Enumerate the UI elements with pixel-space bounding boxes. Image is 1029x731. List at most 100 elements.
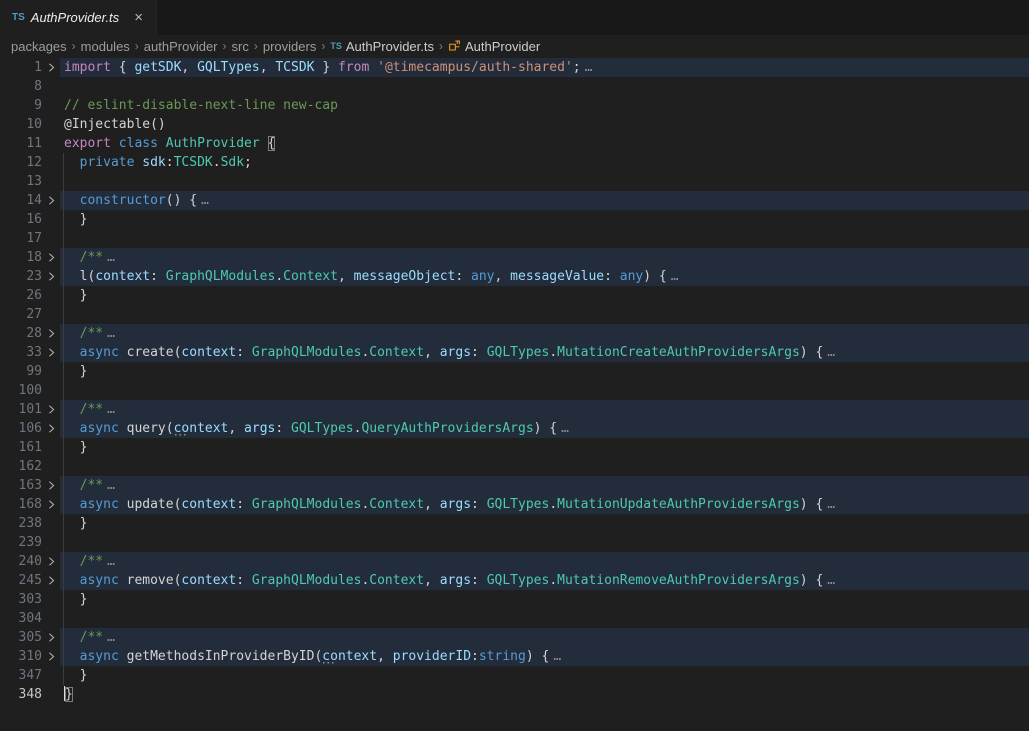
fold-chevron-icon[interactable] bbox=[42, 324, 60, 343]
close-icon[interactable]: × bbox=[131, 10, 146, 25]
folded-code-ellipsis[interactable]: … bbox=[107, 554, 116, 569]
code-line-8[interactable]: 8 bbox=[0, 77, 1029, 96]
code-content[interactable]: /**… bbox=[60, 248, 1029, 267]
code-content[interactable]: private sdk:TCSDK.Sdk; bbox=[60, 153, 1029, 172]
code-line-28[interactable]: 28 /**… bbox=[0, 324, 1029, 343]
breadcrumb-item-symbol[interactable]: AuthProvider bbox=[465, 39, 540, 54]
fold-chevron-icon[interactable] bbox=[42, 343, 60, 362]
fold-chevron-icon[interactable] bbox=[42, 248, 60, 267]
folded-code-ellipsis[interactable]: … bbox=[671, 269, 680, 284]
code-line-161[interactable]: 161 } bbox=[0, 438, 1029, 457]
code-content[interactable] bbox=[60, 533, 1029, 552]
folded-code-ellipsis[interactable]: … bbox=[585, 60, 594, 75]
fold-chevron-icon[interactable] bbox=[42, 400, 60, 419]
folded-code-ellipsis[interactable]: … bbox=[107, 402, 116, 417]
code-content[interactable]: /**… bbox=[60, 324, 1029, 343]
breadcrumb-item-packages[interactable]: packages bbox=[11, 39, 67, 54]
code-line-10[interactable]: 10@Injectable() bbox=[0, 115, 1029, 134]
code-content[interactable]: /**… bbox=[60, 476, 1029, 495]
breadcrumb-item-providers[interactable]: providers bbox=[263, 39, 316, 54]
code-line-1[interactable]: 1import { getSDK, GQLTypes, TCSDK } from… bbox=[0, 58, 1029, 77]
code-line-303[interactable]: 303 } bbox=[0, 590, 1029, 609]
folded-code-ellipsis[interactable]: … bbox=[107, 478, 116, 493]
code-line-26[interactable]: 26 } bbox=[0, 286, 1029, 305]
code-line-168[interactable]: 168 async update(context: GraphQLModules… bbox=[0, 495, 1029, 514]
code-line-347[interactable]: 347 } bbox=[0, 666, 1029, 685]
code-line-239[interactable]: 239 bbox=[0, 533, 1029, 552]
code-line-100[interactable]: 100 bbox=[0, 381, 1029, 400]
folded-code-ellipsis[interactable]: … bbox=[107, 250, 116, 265]
code-line-12[interactable]: 12 private sdk:TCSDK.Sdk; bbox=[0, 153, 1029, 172]
code-content[interactable]: /**… bbox=[60, 400, 1029, 419]
code-line-27[interactable]: 27 bbox=[0, 305, 1029, 324]
code-line-33[interactable]: 33 async create(context: GraphQLModules.… bbox=[0, 343, 1029, 362]
code-content[interactable] bbox=[60, 381, 1029, 400]
code-line-99[interactable]: 99 } bbox=[0, 362, 1029, 381]
code-line-305[interactable]: 305 /**… bbox=[0, 628, 1029, 647]
code-line-163[interactable]: 163 /**… bbox=[0, 476, 1029, 495]
code-line-304[interactable]: 304 bbox=[0, 609, 1029, 628]
code-content[interactable]: } bbox=[60, 210, 1029, 229]
code-content[interactable] bbox=[60, 609, 1029, 628]
fold-chevron-icon[interactable] bbox=[42, 628, 60, 647]
code-content[interactable]: @Injectable() bbox=[60, 115, 1029, 134]
fold-chevron-icon[interactable] bbox=[42, 552, 60, 571]
breadcrumb-item-modules[interactable]: modules bbox=[81, 39, 130, 54]
code-content[interactable]: async update(context: GraphQLModules.Con… bbox=[60, 495, 1029, 514]
fold-chevron-icon[interactable] bbox=[42, 476, 60, 495]
folded-code-ellipsis[interactable]: … bbox=[107, 630, 116, 645]
code-line-23[interactable]: 23 l(context: GraphQLModules.Context, me… bbox=[0, 267, 1029, 286]
code-line-16[interactable]: 16 } bbox=[0, 210, 1029, 229]
code-line-18[interactable]: 18 /**… bbox=[0, 248, 1029, 267]
code-content[interactable]: } bbox=[60, 514, 1029, 533]
code-line-9[interactable]: 9// eslint-disable-next-line new-cap bbox=[0, 96, 1029, 115]
code-content[interactable]: } bbox=[60, 685, 1029, 704]
folded-code-ellipsis[interactable]: … bbox=[201, 193, 210, 208]
folded-code-ellipsis[interactable]: … bbox=[827, 573, 836, 588]
code-content[interactable]: import { getSDK, GQLTypes, TCSDK } from … bbox=[60, 58, 1029, 77]
code-content[interactable] bbox=[60, 77, 1029, 96]
code-line-245[interactable]: 245 async remove(context: GraphQLModules… bbox=[0, 571, 1029, 590]
code-content[interactable]: constructor() {… bbox=[60, 191, 1029, 210]
fold-chevron-icon[interactable] bbox=[42, 495, 60, 514]
folded-code-ellipsis[interactable]: … bbox=[827, 345, 836, 360]
code-line-348[interactable]: 348} bbox=[0, 685, 1029, 704]
code-line-17[interactable]: 17 bbox=[0, 229, 1029, 248]
code-content[interactable]: async remove(context: GraphQLModules.Con… bbox=[60, 571, 1029, 590]
folded-code-ellipsis[interactable]: … bbox=[553, 649, 562, 664]
tab-authprovider[interactable]: TS AuthProvider.ts × bbox=[0, 0, 157, 35]
code-line-240[interactable]: 240 /**… bbox=[0, 552, 1029, 571]
code-content[interactable]: async getMethodsInProviderByID(context, … bbox=[60, 647, 1029, 666]
code-content[interactable]: // eslint-disable-next-line new-cap bbox=[60, 96, 1029, 115]
code-content[interactable]: /**… bbox=[60, 552, 1029, 571]
code-content[interactable] bbox=[60, 229, 1029, 248]
fold-chevron-icon[interactable] bbox=[42, 267, 60, 286]
code-content[interactable] bbox=[60, 305, 1029, 324]
code-line-106[interactable]: 106 async query(context, args: GQLTypes.… bbox=[0, 419, 1029, 438]
code-content[interactable] bbox=[60, 172, 1029, 191]
code-content[interactable]: /**… bbox=[60, 628, 1029, 647]
breadcrumb-item-file[interactable]: AuthProvider.ts bbox=[346, 39, 434, 54]
fold-chevron-icon[interactable] bbox=[42, 191, 60, 210]
code-line-162[interactable]: 162 bbox=[0, 457, 1029, 476]
code-content[interactable]: } bbox=[60, 590, 1029, 609]
code-line-101[interactable]: 101 /**… bbox=[0, 400, 1029, 419]
breadcrumb-item-src[interactable]: src bbox=[232, 39, 249, 54]
folded-code-ellipsis[interactable]: … bbox=[107, 326, 116, 341]
code-content[interactable]: } bbox=[60, 362, 1029, 381]
code-content[interactable]: async query(context, args: GQLTypes.Quer… bbox=[60, 419, 1029, 438]
fold-chevron-icon[interactable] bbox=[42, 647, 60, 666]
fold-chevron-icon[interactable] bbox=[42, 419, 60, 438]
folded-code-ellipsis[interactable]: … bbox=[561, 421, 570, 436]
fold-chevron-icon[interactable] bbox=[42, 58, 60, 77]
code-line-13[interactable]: 13 bbox=[0, 172, 1029, 191]
code-line-310[interactable]: 310 async getMethodsInProviderByID(conte… bbox=[0, 647, 1029, 666]
code-content[interactable]: } bbox=[60, 438, 1029, 457]
code-content[interactable]: export class AuthProvider { bbox=[60, 134, 1029, 153]
code-content[interactable] bbox=[60, 457, 1029, 476]
code-line-11[interactable]: 11export class AuthProvider { bbox=[0, 134, 1029, 153]
fold-chevron-icon[interactable] bbox=[42, 571, 60, 590]
code-content[interactable]: l(context: GraphQLModules.Context, messa… bbox=[60, 267, 1029, 286]
breadcrumb-item-authProvider[interactable]: authProvider bbox=[144, 39, 218, 54]
code-content[interactable]: async create(context: GraphQLModules.Con… bbox=[60, 343, 1029, 362]
